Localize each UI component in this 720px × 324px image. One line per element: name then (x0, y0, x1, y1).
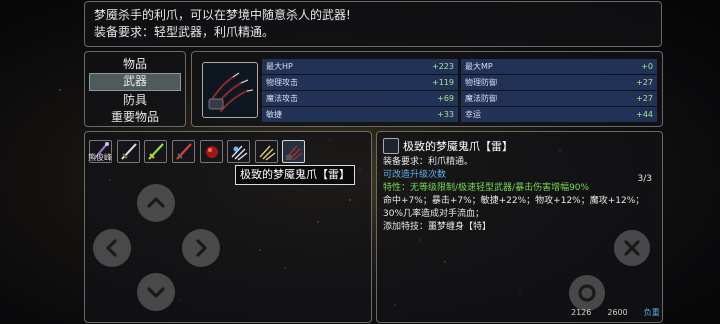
item-detail-panel: 极致的梦魇鬼爪【雷】 装备要求：利爪精通。 可改造升级次数 3/3 特性：无等级… (376, 131, 663, 323)
stat-max-hp: 最大HP +223 (262, 59, 458, 74)
green-blade-icon (148, 143, 164, 160)
inventory-slot-8-selected[interactable] (282, 140, 305, 163)
description-line-2: 装备要求：轻型武器，利爪精通。 (94, 25, 275, 39)
item-description-panel: 梦魇杀手的利爪，可以在梦境中随意杀人的武器! 装备要求：轻型武器，利爪精通。 (84, 1, 662, 47)
weight-footer: 2126 2600 负重 (571, 307, 660, 318)
slot-owner-label: 熊俊峰 (88, 153, 112, 162)
dark-claw-icon (286, 145, 303, 161)
stat-magic-defense: 魔法防御 +27 (461, 91, 657, 106)
stats-panel: 最大HP +223 最大MP +0 物理攻击 +119 物理防御 +27 魔法攻击 +69… (191, 51, 663, 127)
inventory-slot-5[interactable] (200, 140, 223, 163)
item-tooltip: 极致的梦魇鬼爪【雷】 (235, 165, 355, 185)
detail-upgrade-label: 可改造升级次数 (383, 170, 447, 180)
detail-bleed-line: 30%几率造成对手流血； (383, 209, 485, 219)
dpad-right-button[interactable] (182, 229, 220, 267)
gold-claw-icon (259, 145, 276, 161)
chevron-right-icon (196, 239, 207, 257)
circle-icon (578, 284, 596, 302)
menu-item-weapons[interactable]: 武器 (89, 73, 181, 91)
red-orb-icon (206, 146, 218, 158)
chevron-up-icon (147, 197, 165, 208)
detail-trait: 特性：无等级限制/极速轻型武器/暴击伤害增幅90% (383, 183, 590, 193)
inventory-slot-2[interactable] (117, 140, 140, 163)
menu-item-items[interactable]: 物品 (89, 56, 181, 72)
confirm-button[interactable] (569, 275, 605, 311)
stat-luck: 幸运 +44 (461, 107, 657, 122)
red-blade-icon (176, 143, 192, 160)
category-menu: 物品 武器 防具 重要物品 (84, 51, 186, 127)
stat-max-mp: 最大MP +0 (461, 59, 657, 74)
dark-claw-icon (383, 138, 399, 154)
chevron-down-icon (147, 287, 165, 298)
weight-max: 2600 (607, 308, 628, 317)
detail-upgrade-count: 3/3 (637, 174, 652, 184)
weight-current: 2126 (571, 308, 592, 317)
inventory-slot-7[interactable] (255, 140, 278, 163)
inventory-slot-6[interactable] (227, 140, 250, 163)
inventory-slot-4[interactable] (172, 140, 195, 163)
detail-item-name: 极致的梦魇鬼爪【雷】 (403, 139, 513, 153)
stat-phys-attack: 物理攻击 +119 (262, 75, 458, 90)
claw-icon (231, 145, 248, 161)
stat-magic-attack: 魔法攻击 +69 (262, 91, 458, 106)
detail-requirement: 装备要求：利爪精通。 (383, 157, 474, 167)
description-line-1: 梦魇杀手的利爪，可以在梦境中随意杀人的武器! (94, 8, 351, 22)
stat-phys-defense: 物理防御 +27 (461, 75, 657, 90)
dpad-left-button[interactable] (93, 229, 131, 267)
close-icon (624, 240, 640, 256)
detail-skill: 添加特技：噩梦缠身【特】 (383, 222, 492, 232)
stat-agility: 敏捷 +33 (262, 107, 458, 122)
detail-title-row: 极致的梦魇鬼爪【雷】 (383, 138, 656, 154)
weapon-preview (202, 62, 258, 118)
chevron-left-icon (106, 239, 117, 257)
detail-bonus-line: 命中+7%；暴击+7%；敏捷+22%；物攻+12%；魔攻+12%； (383, 196, 645, 206)
menu-item-key-items[interactable]: 重要物品 (89, 109, 181, 125)
cancel-button[interactable] (614, 230, 650, 266)
weight-label: 负重 (643, 308, 660, 317)
inventory-slot-3[interactable] (144, 140, 167, 163)
dpad-up-button[interactable] (137, 184, 175, 222)
dpad-down-button[interactable] (137, 273, 175, 311)
dark-claw-icon (208, 72, 254, 112)
sword-icon (121, 143, 137, 160)
menu-item-armor[interactable]: 防具 (89, 92, 181, 108)
